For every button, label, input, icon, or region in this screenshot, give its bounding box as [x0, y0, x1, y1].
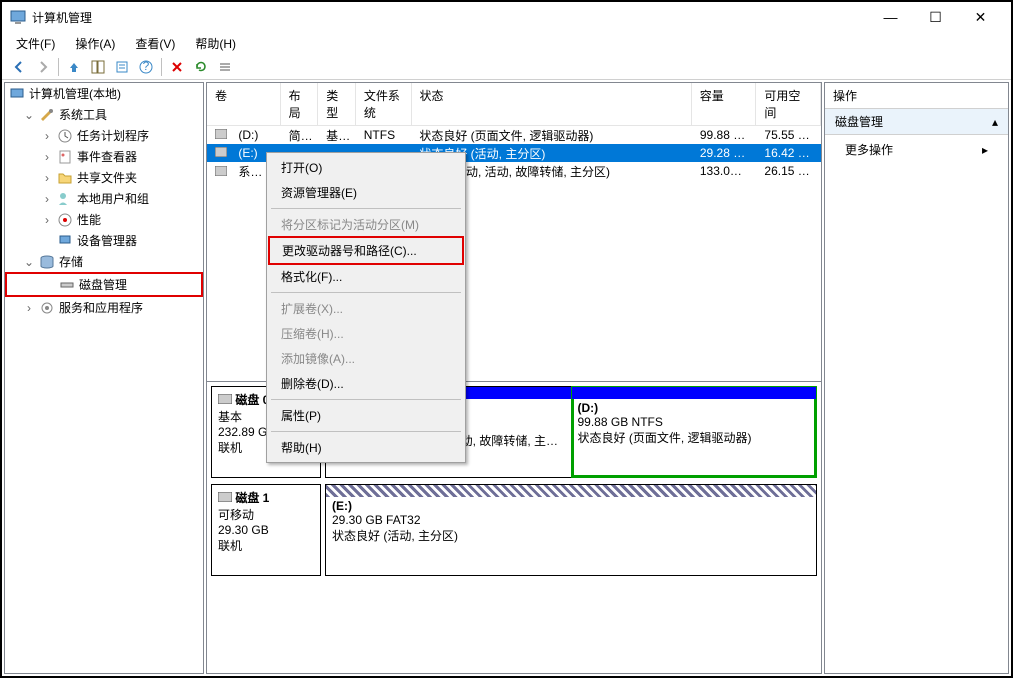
tree-event-viewer[interactable]: ›事件查看器: [5, 146, 203, 167]
refresh-button[interactable]: [190, 56, 212, 78]
up-icon: [67, 60, 81, 74]
ctx-help[interactable]: 帮助(H): [269, 435, 463, 460]
computer-management-window: 计算机管理 — ☐ ✕ 文件(F) 操作(A) 查看(V) 帮助(H) ? 计算…: [0, 0, 1013, 678]
tree-system-tools[interactable]: ⌄ 系统工具: [5, 104, 203, 125]
show-hide-tree-button[interactable]: [87, 56, 109, 78]
close-button[interactable]: ✕: [958, 2, 1003, 32]
device-icon: [57, 233, 73, 249]
disk-mgmt-icon: [59, 277, 75, 293]
up-button[interactable]: [63, 56, 85, 78]
col-volume[interactable]: 卷: [207, 83, 281, 125]
event-icon: [57, 149, 73, 165]
svg-text:?: ?: [143, 60, 150, 73]
back-button[interactable]: [8, 56, 30, 78]
col-layout[interactable]: 布局: [281, 83, 319, 125]
computer-icon: [9, 86, 25, 102]
volume-row[interactable]: (D:) 简单 基本 NTFS 状态良好 (页面文件, 逻辑驱动器) 99.88…: [207, 126, 821, 144]
menubar: 文件(F) 操作(A) 查看(V) 帮助(H): [2, 32, 1011, 54]
back-icon: [12, 60, 26, 74]
menu-action[interactable]: 操作(A): [67, 33, 123, 54]
tree-task-scheduler[interactable]: ›任务计划程序: [5, 125, 203, 146]
actions-header: 操作: [825, 83, 1008, 109]
properties-icon: [115, 60, 129, 74]
maximize-button[interactable]: ☐: [913, 2, 958, 32]
disk-row: 磁盘 1 可移动 29.30 GB 联机 (E:) 29.30 GB FAT32…: [211, 484, 817, 576]
tree-disk-management[interactable]: 磁盘管理: [5, 272, 203, 297]
ctx-extend: 扩展卷(X)...: [269, 296, 463, 321]
tree-root[interactable]: 计算机管理(本地): [5, 83, 203, 104]
toolbar: ?: [2, 54, 1011, 80]
tools-icon: [39, 107, 55, 123]
tree-local-users[interactable]: ›本地用户和组: [5, 188, 203, 209]
window-title: 计算机管理: [32, 9, 868, 26]
drive-icon: [215, 166, 227, 176]
ctx-explorer[interactable]: 资源管理器(E): [269, 180, 463, 205]
list-view-button[interactable]: [214, 56, 236, 78]
volume-list-header: 卷 布局 类型 文件系统 状态 容量 可用空间: [207, 83, 821, 126]
partition-e[interactable]: (E:) 29.30 GB FAT32 状态良好 (活动, 主分区): [326, 485, 816, 575]
col-free[interactable]: 可用空间: [756, 83, 821, 125]
ctx-format[interactable]: 格式化(F)...: [269, 264, 463, 289]
delete-button[interactable]: [166, 56, 188, 78]
disk-icon: [218, 394, 232, 404]
col-type[interactable]: 类型: [318, 83, 356, 125]
show-hide-tree-icon: [91, 60, 105, 74]
actions-disk-management[interactable]: 磁盘管理 ▴: [825, 109, 1008, 135]
menu-help[interactable]: 帮助(H): [187, 33, 244, 54]
perf-icon: [57, 212, 73, 228]
col-status[interactable]: 状态: [412, 83, 692, 125]
collapse-icon: ▴: [992, 115, 998, 129]
actions-more[interactable]: 更多操作 ▸: [825, 135, 1008, 164]
navigation-tree[interactable]: 计算机管理(本地) ⌄ 系统工具 ›任务计划程序 ›事件查看器 ›共享文件夹 ›…: [4, 82, 204, 674]
expander-icon[interactable]: ⌄: [23, 108, 35, 122]
menu-file[interactable]: 文件(F): [8, 33, 63, 54]
context-menu: 打开(O) 资源管理器(E) 将分区标记为活动分区(M) 更改驱动器号和路径(C…: [266, 152, 466, 463]
titlebar: 计算机管理 — ☐ ✕: [2, 2, 1011, 32]
disk-icon: [218, 492, 232, 502]
ctx-properties[interactable]: 属性(P): [269, 403, 463, 428]
partition-d[interactable]: (D:) 99.88 GB NTFS 状态良好 (页面文件, 逻辑驱动器): [572, 387, 817, 477]
ctx-open[interactable]: 打开(O): [269, 155, 463, 180]
tree-device-manager[interactable]: 设备管理器: [5, 230, 203, 251]
chevron-right-icon: ▸: [982, 143, 988, 157]
partition-header-bar: [326, 485, 816, 497]
partition-header-bar: [572, 387, 817, 399]
forward-button[interactable]: [32, 56, 54, 78]
ctx-add-mirror: 添加镜像(A)...: [269, 346, 463, 371]
ctx-delete-volume[interactable]: 删除卷(D)...: [269, 371, 463, 396]
disk-info[interactable]: 磁盘 1 可移动 29.30 GB 联机: [211, 484, 321, 576]
clock-icon: [57, 128, 73, 144]
actions-pane: 操作 磁盘管理 ▴ 更多操作 ▸: [824, 82, 1009, 674]
list-icon: [218, 60, 232, 74]
col-capacity[interactable]: 容量: [692, 83, 757, 125]
properties-button[interactable]: [111, 56, 133, 78]
users-icon: [57, 191, 73, 207]
help-button[interactable]: ?: [135, 56, 157, 78]
drive-icon: [215, 147, 227, 157]
refresh-icon: [194, 60, 208, 74]
ctx-mark-active: 将分区标记为活动分区(M): [269, 212, 463, 237]
storage-icon: [39, 254, 55, 270]
app-icon: [10, 9, 26, 25]
expander-icon[interactable]: ⌄: [23, 255, 35, 269]
tree-storage[interactable]: ⌄存储: [5, 251, 203, 272]
col-filesystem[interactable]: 文件系统: [356, 83, 412, 125]
minimize-button[interactable]: —: [868, 2, 913, 32]
forward-icon: [36, 60, 50, 74]
tree-services-apps[interactable]: ›服务和应用程序: [5, 297, 203, 318]
menu-view[interactable]: 查看(V): [127, 33, 183, 54]
drive-icon: [215, 129, 227, 139]
ctx-shrink: 压缩卷(H)...: [269, 321, 463, 346]
ctx-change-drive-letter[interactable]: 更改驱动器号和路径(C)...: [269, 237, 463, 264]
partition-container: (E:) 29.30 GB FAT32 状态良好 (活动, 主分区): [325, 484, 817, 576]
services-icon: [39, 300, 55, 316]
tree-shared-folders[interactable]: ›共享文件夹: [5, 167, 203, 188]
tree-performance[interactable]: ›性能: [5, 209, 203, 230]
delete-x-icon: [170, 60, 184, 74]
folder-share-icon: [57, 170, 73, 186]
help-icon: ?: [139, 60, 153, 74]
